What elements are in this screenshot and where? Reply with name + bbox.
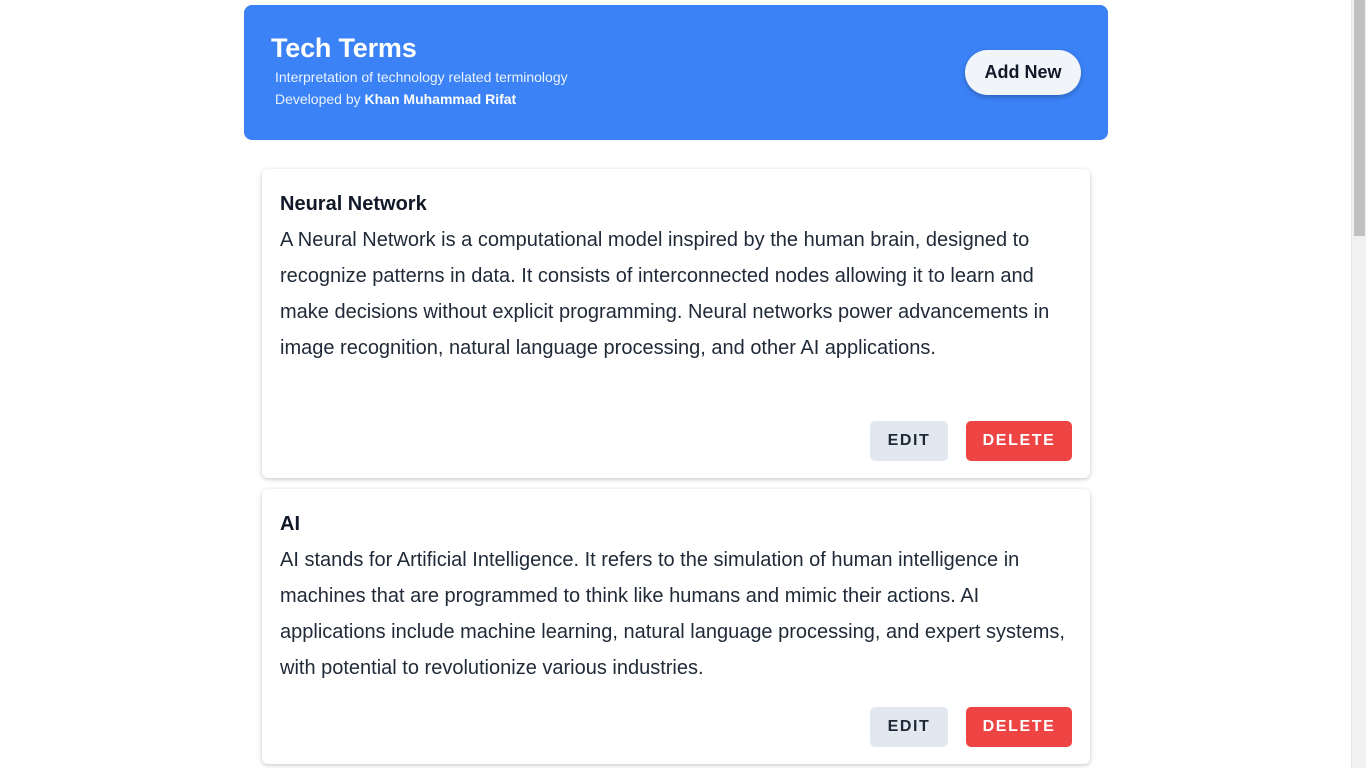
delete-button[interactable]: DELETE bbox=[966, 707, 1072, 747]
term-card: Neural Network A Neural Network is a com… bbox=[262, 169, 1090, 478]
edit-button[interactable]: EDIT bbox=[870, 707, 948, 747]
page-scrollbar[interactable] bbox=[1351, 0, 1366, 768]
card-actions: EDIT DELETE bbox=[870, 421, 1072, 461]
app-subtitle: Interpretation of technology related ter… bbox=[275, 69, 568, 85]
term-description: A Neural Network is a computational mode… bbox=[280, 229, 1050, 359]
app-viewport: Tech Terms Interpretation of technology … bbox=[0, 0, 1366, 768]
scrollbar-thumb[interactable] bbox=[1354, 0, 1365, 236]
term-description: AI stands for Artificial Intelligence. I… bbox=[280, 549, 1065, 679]
app-header: Tech Terms Interpretation of technology … bbox=[244, 5, 1108, 140]
term-title: Neural Network bbox=[280, 193, 427, 215]
credit-prefix: Developed by bbox=[275, 91, 365, 107]
add-new-button[interactable]: Add New bbox=[965, 50, 1081, 95]
edit-button[interactable]: EDIT bbox=[870, 421, 948, 461]
delete-button[interactable]: DELETE bbox=[966, 421, 1072, 461]
main-container: Tech Terms Interpretation of technology … bbox=[244, 5, 1108, 764]
developer-name: Khan Muhammad Rifat bbox=[364, 91, 517, 107]
app-title: Tech Terms bbox=[271, 33, 417, 63]
card-actions: EDIT DELETE bbox=[870, 707, 1072, 747]
term-title: AI bbox=[280, 513, 300, 535]
term-card: AI AI stands for Artificial Intelligence… bbox=[262, 489, 1090, 764]
developer-credit: Developed by Khan Muhammad Rifat bbox=[275, 91, 516, 107]
